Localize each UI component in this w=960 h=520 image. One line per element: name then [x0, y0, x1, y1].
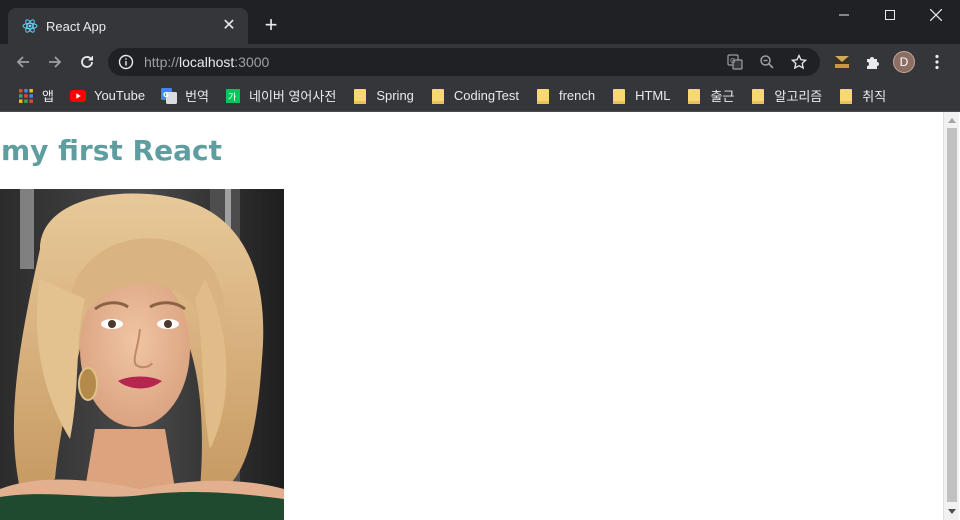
tab-react-app[interactable]: React App ✕ [8, 8, 248, 44]
bookmark-translate[interactable]: G 번역 [155, 84, 215, 108]
bookmark-label: 네이버 영어사전 [248, 89, 337, 104]
minimize-button[interactable] [821, 0, 867, 30]
browser-toolbar: http://localhost:3000 G D [0, 44, 960, 80]
bookmark-folder-job[interactable]: 취직 [832, 84, 892, 108]
tab-strip: React App ✕ + [0, 0, 960, 44]
avatar: D [893, 51, 915, 73]
svg-text:G: G [163, 91, 169, 99]
bookmark-label: YouTube [93, 88, 146, 103]
address-bar[interactable]: http://localhost:3000 G [108, 48, 820, 76]
bookmark-star-icon[interactable] [790, 53, 808, 71]
puzzle-icon[interactable] [858, 48, 886, 76]
folder-icon [430, 88, 446, 104]
close-tab-icon[interactable]: ✕ [220, 17, 238, 35]
react-icon [22, 18, 38, 34]
scroll-up-arrow-icon[interactable] [944, 112, 960, 128]
bookmark-label: 알고리즘 [774, 89, 823, 104]
bookmark-folder-algorithm[interactable]: 알고리즘 [744, 84, 828, 108]
bookmark-label: 앱 [42, 89, 54, 104]
folder-icon [611, 88, 627, 104]
browser-window: React App ✕ + http://localhost:3000 G D … [0, 0, 960, 520]
scroll-down-arrow-icon[interactable] [944, 504, 960, 520]
bookmark-label: french [558, 88, 596, 103]
url-host: localhost [179, 54, 235, 70]
url-scheme: http:// [144, 54, 180, 70]
url-text: http://localhost:3000 [144, 54, 269, 70]
bookmark-apps[interactable]: 앱 [12, 84, 60, 108]
folder-icon [750, 88, 766, 104]
page-viewport: my first React [0, 112, 960, 520]
zoom-out-icon[interactable] [758, 53, 776, 71]
info-icon[interactable] [118, 54, 134, 70]
reload-button[interactable] [73, 48, 101, 76]
folder-icon [838, 88, 854, 104]
apps-grid-icon [18, 88, 34, 104]
arrow-right-icon [49, 56, 62, 68]
bookmark-label: HTML [635, 88, 671, 103]
folder-icon [352, 88, 368, 104]
bookmark-label: 취직 [862, 89, 887, 104]
url-port: :3000 [234, 54, 270, 70]
bookmark-label: 출근 [710, 89, 735, 104]
folder-icon [535, 88, 551, 104]
folder-icon [686, 88, 702, 104]
bookmark-folder-html[interactable]: HTML [605, 84, 676, 108]
bookmark-youtube[interactable]: YouTube [64, 84, 151, 108]
bookmark-label: CodingTest [453, 88, 519, 103]
bookmark-folder-commute[interactable]: 출근 [680, 84, 740, 108]
extension-icon[interactable] [828, 48, 856, 76]
svg-text:가: 가 [228, 92, 236, 103]
scrollbar-thumb[interactable] [947, 128, 957, 502]
google-translate-icon: G [161, 87, 178, 104]
back-button[interactable] [9, 48, 37, 76]
bookmark-folder-codingtest[interactable]: CodingTest [424, 84, 525, 108]
svg-text:G: G [730, 57, 735, 65]
arrow-left-icon [16, 56, 29, 68]
close-window-button[interactable] [913, 0, 959, 30]
kebab-menu-icon [935, 54, 939, 70]
page-heading: my first React [1, 134, 222, 167]
bookmark-label: 번역 [185, 89, 209, 104]
bookmark-folder-french[interactable]: french [529, 84, 601, 108]
profile-button[interactable]: D [890, 48, 918, 76]
portrait-image [0, 189, 284, 520]
vertical-scrollbar[interactable] [943, 112, 959, 520]
youtube-icon [69, 88, 86, 104]
naver-dictionary-icon: 가 [225, 88, 241, 104]
bookmarks-bar: 앱 YouTube G 번역 가 네이버 영어사전 Spring CodingT… [0, 80, 960, 112]
new-tab-button[interactable]: + [258, 13, 284, 39]
translate-icon[interactable]: G [726, 53, 744, 71]
bookmark-label: Spring [376, 88, 414, 103]
tab-title: React App [46, 18, 106, 34]
menu-button[interactable] [923, 48, 951, 76]
bookmark-folder-spring[interactable]: Spring [346, 84, 420, 108]
maximize-button[interactable] [867, 0, 913, 30]
bookmark-naver-dictionary[interactable]: 가 네이버 영어사전 [219, 84, 342, 108]
reload-icon [81, 56, 93, 68]
forward-button[interactable] [41, 48, 69, 76]
